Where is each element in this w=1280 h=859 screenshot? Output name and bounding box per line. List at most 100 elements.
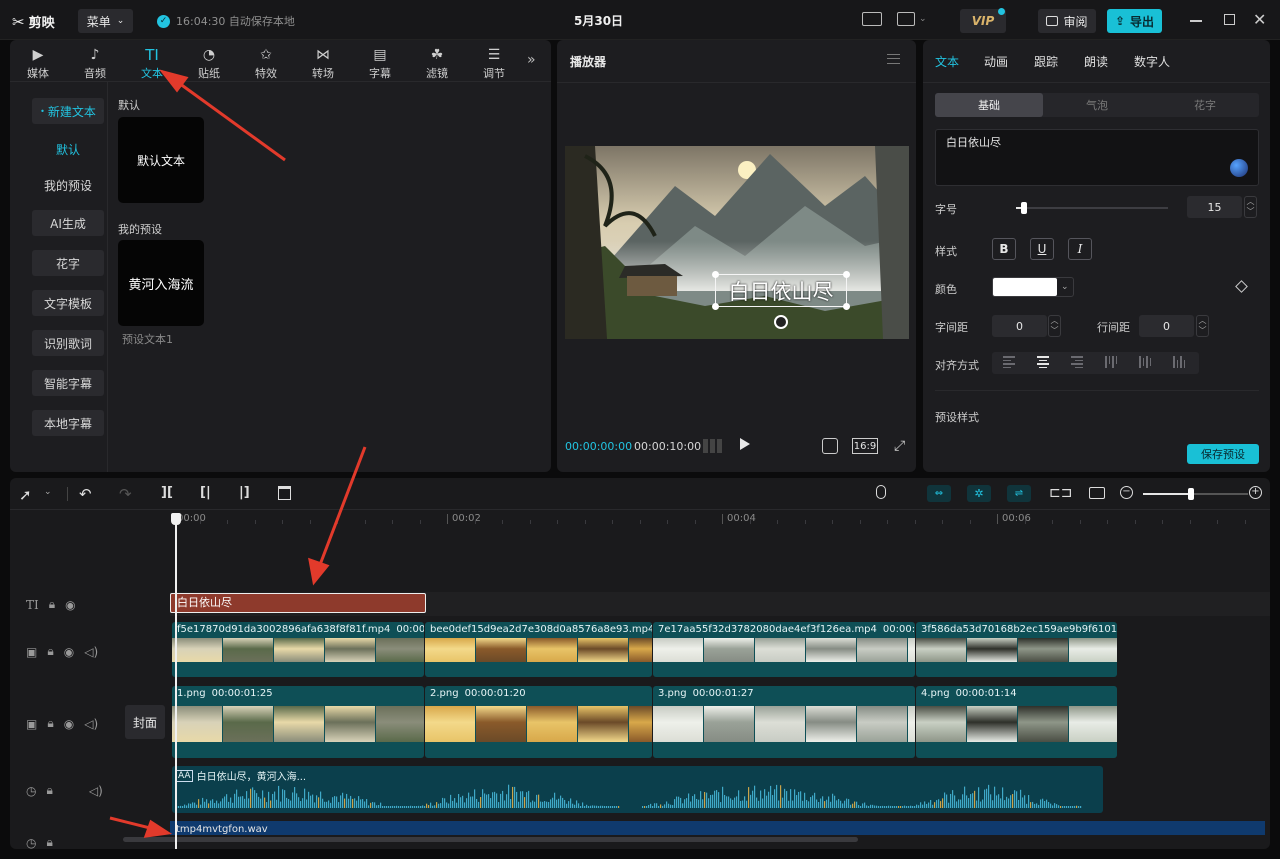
lock-icon[interactable]: 🔒︎ <box>47 716 53 731</box>
volume-icon[interactable]: ◁) <box>84 717 98 731</box>
sidebar-item-8[interactable]: 本地字幕 <box>32 410 104 436</box>
menu-button[interactable]: 菜单 ⌄ <box>78 9 133 33</box>
lock-icon[interactable]: 🔒︎ <box>46 835 52 849</box>
inspector-subtab-0[interactable]: 基础 <box>935 93 1043 117</box>
resize-handle[interactable] <box>843 303 850 310</box>
audio-clip[interactable]: AA 白日依山尽，黄河入海... <box>172 766 1103 813</box>
preset-text-card[interactable]: 黄河入海流 <box>118 240 204 326</box>
inspector-tab-2[interactable]: 跟踪 <box>1034 53 1058 70</box>
split-icon[interactable]: ][ <box>161 485 173 500</box>
review-button[interactable]: 审阅 <box>1038 9 1096 33</box>
trim-right-icon[interactable]: |] <box>239 485 250 500</box>
tab-adjust[interactable]: ☰ 调节 <box>470 42 518 82</box>
cover-button[interactable]: 封面 <box>125 705 165 739</box>
lock-icon[interactable]: 🔒︎ <box>47 644 53 659</box>
zoom-out-icon[interactable]: − <box>1120 486 1133 499</box>
thumbnail-toggle-icon[interactable] <box>1089 487 1105 499</box>
close-icon[interactable]: ✕ <box>1253 10 1266 29</box>
fullscreen-icon[interactable]: ⤢ <box>894 438 905 454</box>
video-clip[interactable]: bee0def15d9ea2d7e308d0a8576a8e93.mp40 <box>425 622 652 677</box>
maximize-icon[interactable] <box>1224 14 1235 25</box>
timecode-grid-icon[interactable] <box>703 439 723 453</box>
sidebar-item-5[interactable]: 文字模板 <box>32 290 104 316</box>
export-button[interactable]: ⇪ 导出 <box>1107 9 1162 33</box>
eye-icon[interactable]: ◉ <box>64 717 74 731</box>
eye-icon[interactable]: ◉ <box>65 598 75 612</box>
color-picker[interactable]: ⌄ <box>992 277 1074 297</box>
sidebar-item-1[interactable]: 默认 <box>32 136 104 162</box>
tab-filter[interactable]: ☘ 滤镜 <box>413 42 461 82</box>
ai-assistant-icon[interactable] <box>1230 159 1248 177</box>
tab-transition[interactable]: ⋈ 转场 <box>299 42 347 82</box>
select-tool-icon[interactable]: ➚ <box>19 486 32 504</box>
underline-button[interactable]: U <box>1030 238 1054 260</box>
shortcut-keyboard-icon[interactable] <box>862 12 882 26</box>
tab-audio[interactable]: ♪ 音频 <box>71 42 119 82</box>
font-size-input[interactable]: 15 <box>1187 196 1242 218</box>
tab-subtitle[interactable]: ▤ 字幕 <box>356 42 404 82</box>
sidebar-item-0[interactable]: • 新建文本 <box>32 98 104 124</box>
inspector-subtab-1[interactable]: 气泡 <box>1043 93 1151 117</box>
video-clip[interactable]: 3f586da53d70168b2ec159ae9b9f6101.m <box>916 622 1117 677</box>
image-clip[interactable]: 4.png 00:00:01:14 <box>916 686 1117 758</box>
font-size-slider[interactable] <box>1016 202 1168 214</box>
sidebar-item-7[interactable]: 智能字幕 <box>32 370 104 396</box>
wav-clip[interactable]: tmp4mvtgfon.wav <box>170 821 1265 835</box>
align-option-2[interactable] <box>1071 356 1083 368</box>
eye-icon[interactable]: ◉ <box>64 645 74 659</box>
line-spacing-input[interactable]: 0 <box>1139 315 1194 337</box>
more-tabs-icon[interactable]: » <box>527 52 536 68</box>
undo-icon[interactable]: ↶ <box>79 485 92 503</box>
trim-left-icon[interactable]: [| <box>200 485 211 500</box>
zoom-slider[interactable] <box>1143 488 1248 500</box>
font-size-slider-knob[interactable] <box>1020 202 1027 214</box>
layout-button[interactable]: ⌄ <box>897 12 927 26</box>
bold-button[interactable]: B <box>992 238 1016 260</box>
keyframe-icon[interactable] <box>1235 280 1248 293</box>
image-clip[interactable]: 3.png 00:00:01:27 <box>653 686 915 758</box>
align-option-3[interactable] <box>1105 356 1117 368</box>
resize-handle[interactable] <box>843 271 850 278</box>
image-clip[interactable]: 2.png 00:00:01:20 <box>425 686 652 758</box>
linkage-icon[interactable]: ⇌ <box>1007 485 1031 502</box>
image-clip[interactable]: 1.png 00:00:01:25 <box>172 686 424 758</box>
line-spacing-stepper[interactable]: ︿ ﹀ <box>1196 315 1209 337</box>
zoom-in-icon[interactable]: + <box>1249 486 1262 499</box>
play-icon[interactable] <box>740 438 750 450</box>
sidebar-item-4[interactable]: 花字 <box>32 250 104 276</box>
text-clip[interactable]: 白日依山尽 <box>170 593 426 613</box>
video-clip[interactable]: f5e17870d91da3002896afa638f8f81f.mp4 00:0… <box>172 622 424 677</box>
align-option-4[interactable] <box>1139 356 1151 368</box>
player-menu-icon[interactable] <box>887 54 900 64</box>
font-size-stepper[interactable]: ︿ ﹀ <box>1244 196 1257 218</box>
main-track-magnet-icon[interactable]: ⇔ <box>927 485 951 502</box>
chevron-down-icon[interactable]: ⌄ <box>44 487 52 497</box>
align-option-1[interactable] <box>1037 356 1049 368</box>
lock-icon[interactable]: 🔒︎ <box>46 783 52 798</box>
tab-effects[interactable]: ✩ 特效 <box>242 42 290 82</box>
rotate-handle-icon[interactable] <box>774 315 788 329</box>
lock-icon[interactable]: 🔒︎ <box>49 597 55 612</box>
text-content-input[interactable]: 白日依山尽 <box>935 129 1259 186</box>
inspector-tab-1[interactable]: 动画 <box>984 53 1008 70</box>
inspector-tab-4[interactable]: 数字人 <box>1134 53 1170 70</box>
tab-text[interactable]: TI 文本 <box>128 42 176 82</box>
volume-icon[interactable]: ◁) <box>89 784 103 798</box>
tab-media[interactable]: ▶︎ 媒体 <box>14 42 62 82</box>
sidebar-item-3[interactable]: AI生成 <box>32 210 104 236</box>
auto-snap-icon[interactable]: ✲ <box>967 485 991 502</box>
letter-spacing-input[interactable]: 0 <box>992 315 1047 337</box>
aspect-ratio-button[interactable]: 16:9 <box>852 438 878 454</box>
letter-spacing-stepper[interactable]: ︿ ﹀ <box>1048 315 1061 337</box>
screenshot-icon[interactable] <box>822 438 838 454</box>
sidebar-item-6[interactable]: 识别歌词 <box>32 330 104 356</box>
minimize-icon[interactable] <box>1190 20 1202 22</box>
volume-icon[interactable]: ◁) <box>84 645 98 659</box>
inspector-tab-0[interactable]: 文本 <box>935 53 959 70</box>
italic-button[interactable]: I <box>1068 238 1092 260</box>
align-option-0[interactable] <box>1003 356 1015 368</box>
preview-axis-icon[interactable]: ⊏⊐ <box>1049 485 1072 501</box>
default-text-card[interactable]: 默认文本 <box>118 117 204 203</box>
microphone-icon[interactable] <box>876 485 886 499</box>
redo-icon[interactable]: ↷ <box>119 485 132 503</box>
